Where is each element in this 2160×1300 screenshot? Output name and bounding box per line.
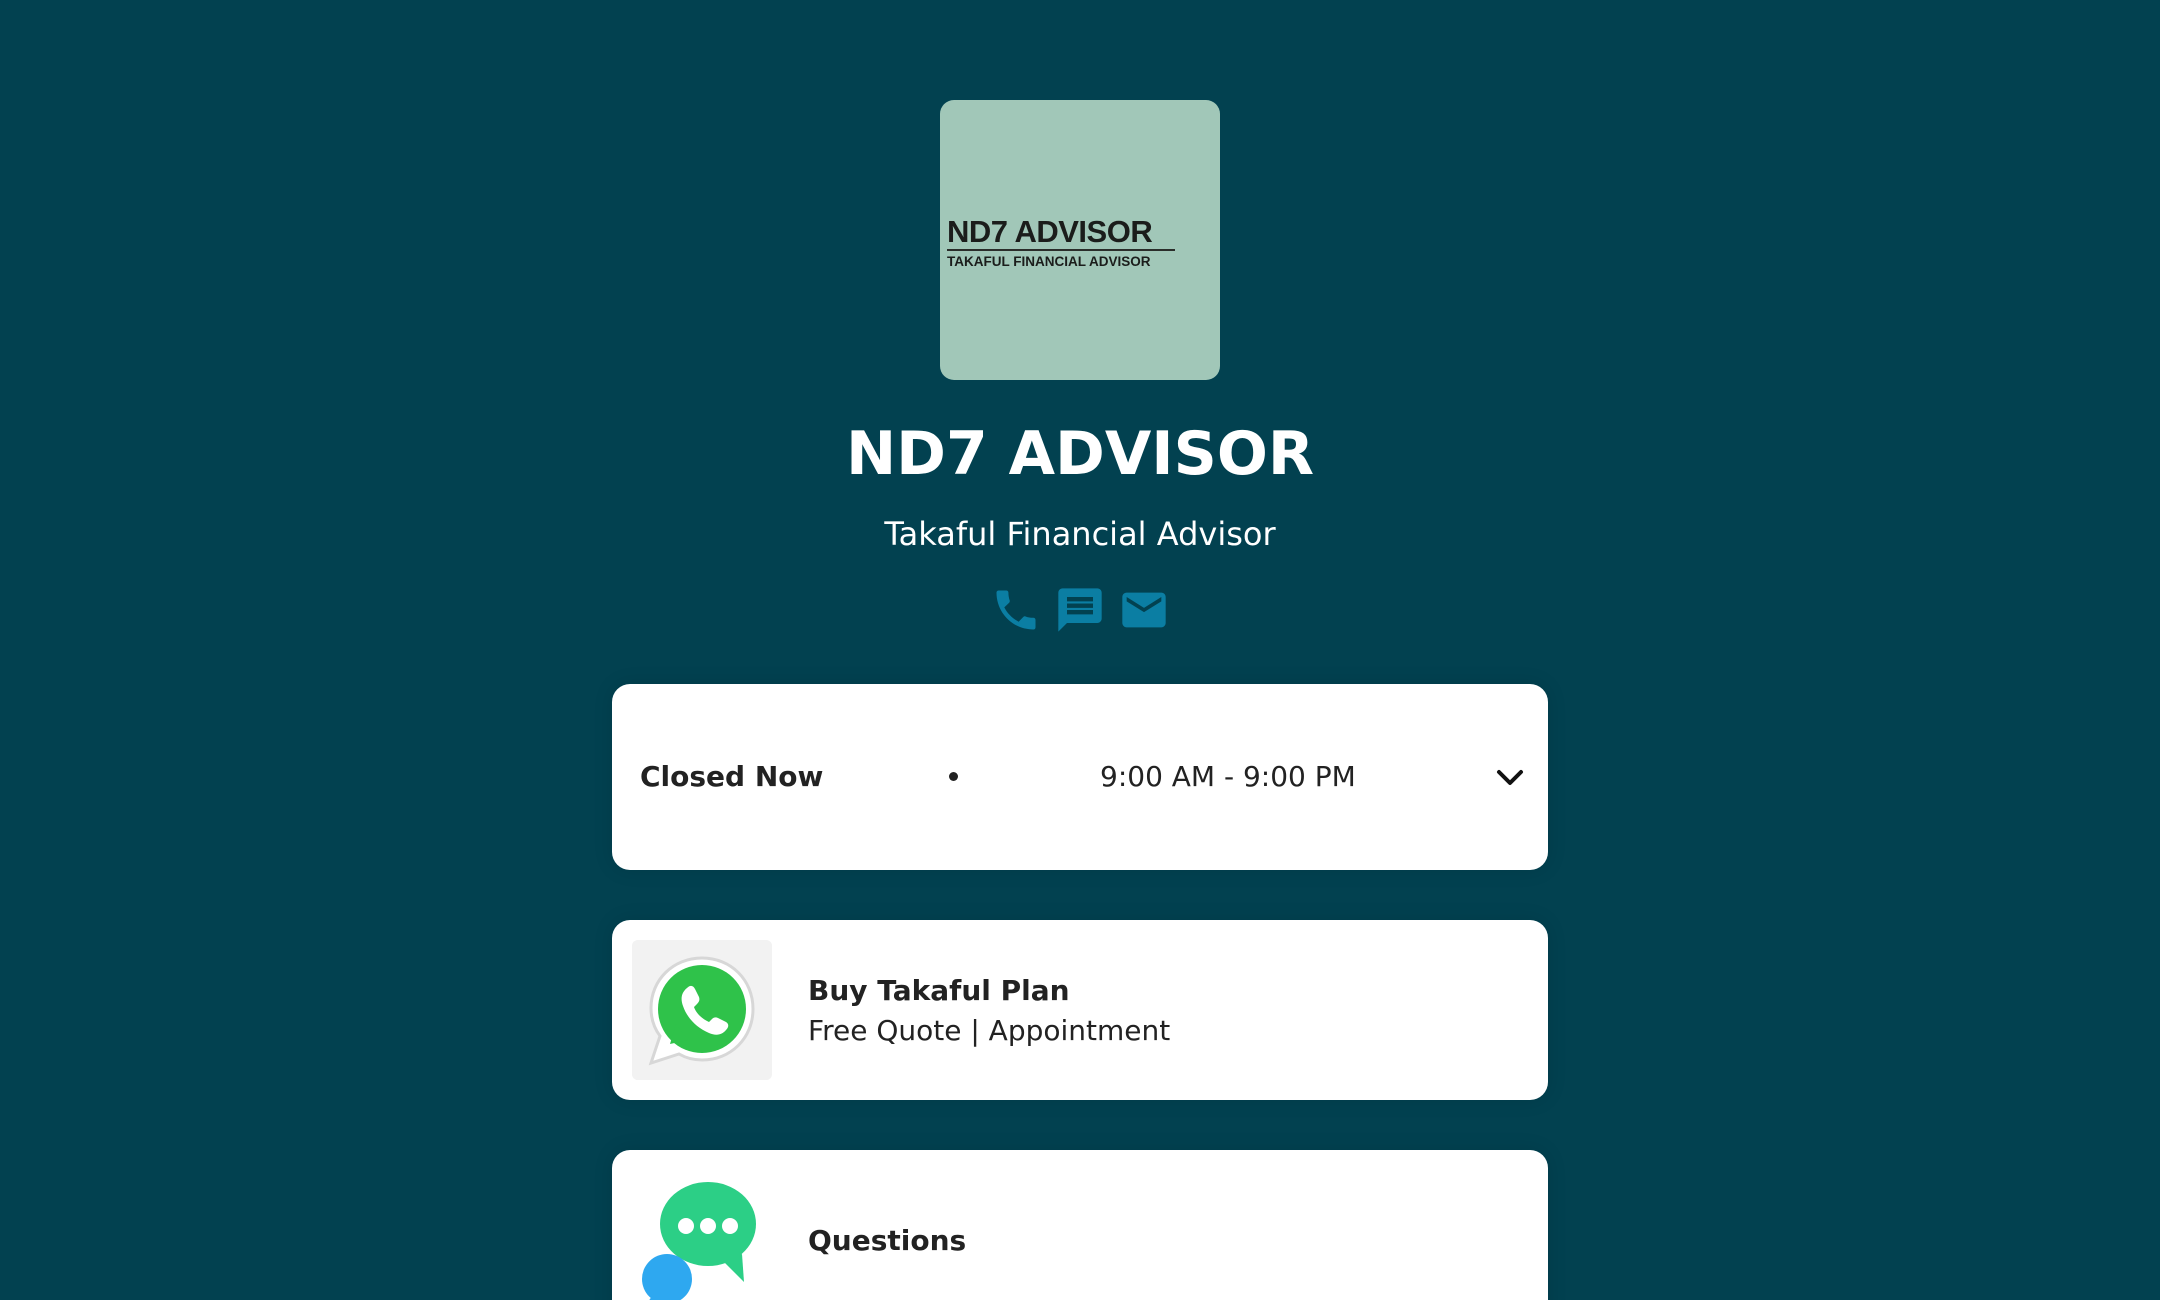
business-hours-card[interactable]: Closed Now 9:00 AM - 9:00 PM	[612, 684, 1548, 870]
whatsapp-icon	[632, 940, 772, 1080]
social-icons	[990, 583, 1170, 637]
link-buy-takaful-plan[interactable]: Buy Takaful Plan Free Quote | Appointmen…	[612, 920, 1548, 1100]
link-subtitle: Free Quote | Appointment	[808, 1014, 1171, 1047]
profile-tagline: Takaful Financial Advisor	[884, 515, 1276, 553]
logo-subtitle: TAKAFUL FINANCIAL ADVISOR	[947, 254, 1151, 269]
logo-divider	[947, 249, 1175, 251]
profile-logo: ND7 ADVISOR TAKAFUL FINANCIAL ADVISOR	[940, 100, 1220, 380]
link-in-bio-page: ND7 ADVISOR TAKAFUL FINANCIAL ADVISOR ND…	[0, 0, 2160, 1300]
message-icon[interactable]	[1054, 583, 1106, 637]
logo-title: ND7 ADVISOR	[947, 214, 1153, 249]
link-questions[interactable]: Questions	[612, 1150, 1548, 1300]
separator-dot	[949, 772, 958, 781]
profile-name: ND7 ADVISOR	[845, 419, 1315, 489]
phone-icon[interactable]	[990, 583, 1042, 637]
chat-bubbles-icon	[642, 1180, 772, 1300]
email-icon[interactable]	[1118, 583, 1170, 637]
opening-hours: 9:00 AM - 9:00 PM	[1100, 760, 1356, 793]
open-status: Closed Now	[640, 760, 824, 793]
chevron-down-icon[interactable]	[1492, 762, 1528, 794]
link-title: Questions	[808, 1224, 967, 1257]
link-title: Buy Takaful Plan	[808, 974, 1070, 1007]
